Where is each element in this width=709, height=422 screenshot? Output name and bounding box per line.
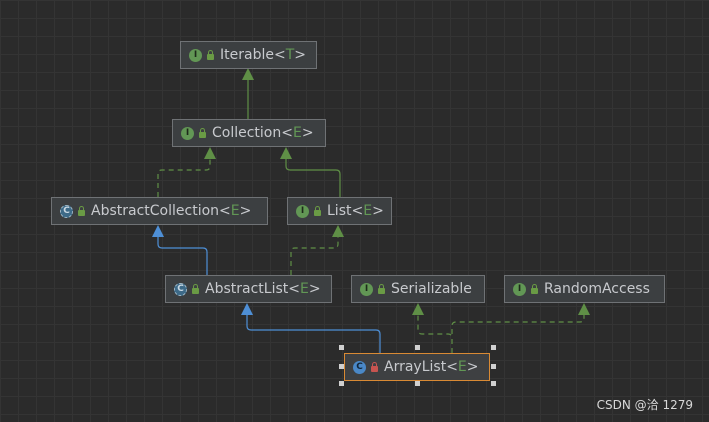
node-abstract-list[interactable]: C AbstractList < E > bbox=[165, 275, 332, 303]
edge-list-collection bbox=[280, 147, 341, 197]
edge-arraylist-abstractlist bbox=[241, 303, 381, 353]
public-lock-icon bbox=[192, 283, 199, 294]
watermark: CSDN @洽 1279 bbox=[596, 398, 693, 412]
node-random-access-name: RandomAccess bbox=[544, 281, 650, 297]
node-abstract-collection-type-param: E bbox=[230, 203, 240, 219]
node-collection-type-param: E bbox=[292, 125, 302, 141]
abstract-class-icon: C bbox=[174, 282, 187, 296]
interface-icon: I bbox=[189, 48, 202, 62]
edge-arraylist-serializable bbox=[412, 303, 453, 353]
class-icon: C bbox=[353, 360, 366, 374]
edge-arraylist-randomaccess bbox=[451, 303, 590, 334]
resize-handle[interactable] bbox=[339, 345, 344, 350]
node-list-type-param: E bbox=[363, 203, 373, 219]
node-serializable[interactable]: I Serializable bbox=[351, 275, 485, 303]
node-iterable-name: Iterable bbox=[220, 47, 274, 63]
resize-handle[interactable] bbox=[339, 364, 344, 369]
resize-handle[interactable] bbox=[415, 345, 420, 350]
public-lock-icon bbox=[199, 127, 206, 138]
resize-handle[interactable] bbox=[491, 364, 496, 369]
edge-abstractcollection-collection bbox=[157, 147, 216, 197]
public-lock-icon bbox=[207, 49, 214, 60]
interface-icon: I bbox=[513, 282, 526, 296]
resize-handle[interactable] bbox=[491, 381, 496, 386]
node-serializable-name: Serializable bbox=[391, 281, 472, 297]
edge-abstractlist-abstractcollection bbox=[152, 225, 208, 275]
resize-handle[interactable] bbox=[339, 381, 344, 386]
interface-icon: I bbox=[296, 204, 309, 218]
node-iterable-type-param: T bbox=[285, 47, 295, 63]
node-abstract-list-type-param: E bbox=[299, 281, 309, 297]
public-lock-icon bbox=[378, 283, 385, 294]
resize-handle[interactable] bbox=[415, 381, 420, 386]
node-random-access[interactable]: I RandomAccess bbox=[504, 275, 665, 303]
node-array-list-type-param: E bbox=[457, 359, 467, 375]
abstract-class-icon: C bbox=[60, 204, 73, 218]
node-array-list[interactable]: C ArrayList < E > bbox=[344, 353, 490, 381]
node-collection-name: Collection bbox=[212, 125, 282, 141]
edge-abstractlist-list bbox=[290, 225, 344, 275]
node-abstract-list-name: AbstractList bbox=[205, 281, 289, 297]
interface-icon: I bbox=[181, 126, 194, 140]
node-abstract-collection[interactable]: C AbstractCollection < E > bbox=[51, 197, 268, 225]
node-abstract-collection-name: AbstractCollection bbox=[91, 203, 220, 219]
public-lock-icon bbox=[78, 205, 85, 216]
node-array-list-name: ArrayList bbox=[384, 359, 447, 375]
resize-handle[interactable] bbox=[491, 345, 496, 350]
node-list[interactable]: I List < E > bbox=[287, 197, 392, 225]
interface-icon: I bbox=[360, 282, 373, 296]
lock-icon bbox=[371, 361, 378, 372]
node-iterable[interactable]: I Iterable < T > bbox=[180, 41, 317, 69]
node-list-name: List bbox=[327, 203, 352, 219]
public-lock-icon bbox=[531, 283, 538, 294]
node-collection[interactable]: I Collection < E > bbox=[172, 119, 326, 147]
public-lock-icon bbox=[314, 205, 321, 216]
